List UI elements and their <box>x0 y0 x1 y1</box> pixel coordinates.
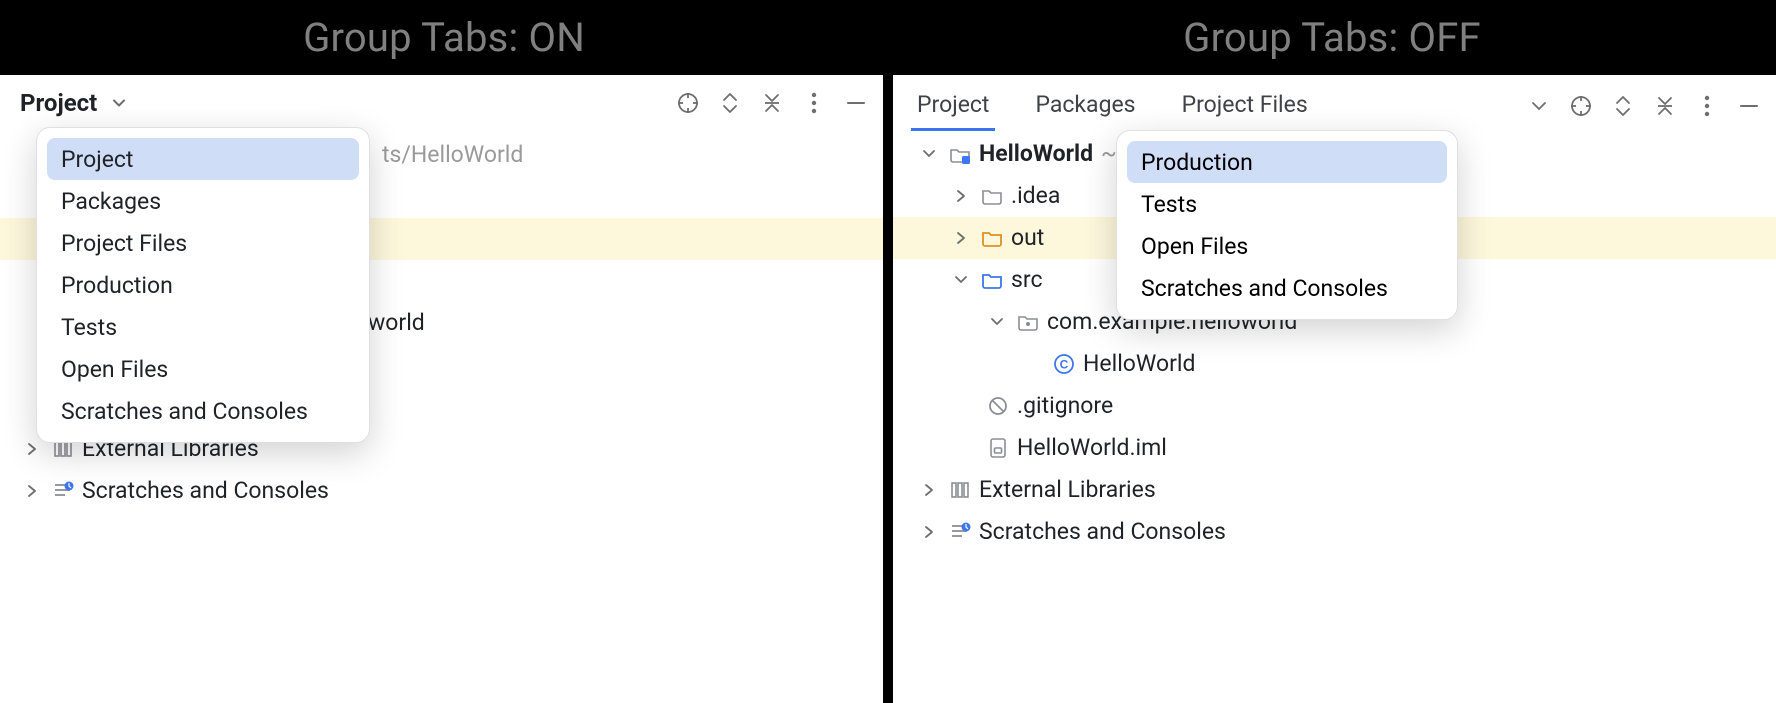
chevron-right-icon[interactable] <box>921 483 937 497</box>
more-options-button[interactable] <box>1690 89 1724 123</box>
popup-item-label: Open Files <box>61 356 168 383</box>
tree-label: Scratches and Consoles <box>979 519 1226 544</box>
popup-item-project[interactable]: Project <box>47 138 359 180</box>
chevron-right-icon[interactable] <box>953 189 969 203</box>
view-selector-button[interactable]: Project <box>20 89 127 117</box>
select-opened-file-button[interactable] <box>1564 89 1598 123</box>
popup-item-label: Packages <box>61 188 161 215</box>
root-path-fragment: ts/HelloWorld <box>382 142 523 167</box>
comparison-banner: Group Tabs: ON Group Tabs: OFF <box>0 0 1776 75</box>
popup-item-label: Scratches and Consoles <box>61 398 308 425</box>
tree-row-iml[interactable]: HelloWorld.iml <box>893 427 1776 469</box>
package-icon <box>1017 311 1039 333</box>
tree-label: out <box>1011 225 1044 250</box>
class-icon: C <box>1053 353 1075 375</box>
popup-item-packages[interactable]: Packages <box>47 180 359 222</box>
svg-text:C: C <box>1060 358 1069 372</box>
popup-item-label: Production <box>1141 149 1253 176</box>
library-icon <box>949 479 971 501</box>
popup-item-project-files[interactable]: Project Files <box>47 222 359 264</box>
popup-item-label: Scratches and Consoles <box>1141 275 1388 302</box>
view-selector-popup: Project Packages Project Files Productio… <box>36 127 370 443</box>
iml-file-icon <box>987 437 1009 459</box>
overflow-tabs-popup: Production Tests Open Files Scratches an… <box>1116 130 1458 320</box>
chevron-right-icon[interactable] <box>953 231 969 245</box>
folder-source-icon <box>981 269 1003 291</box>
collapse-all-button[interactable] <box>755 86 789 120</box>
popup-item-production[interactable]: Production <box>1127 141 1447 183</box>
tree-label: HelloWorld <box>1083 351 1195 376</box>
banner-on-label: Group Tabs: ON <box>303 14 585 61</box>
tab-packages[interactable]: Packages <box>1029 91 1141 131</box>
tab-project-files[interactable]: Project Files <box>1176 91 1314 131</box>
tree-label: .idea <box>1011 183 1060 208</box>
chevron-right-icon[interactable] <box>24 484 40 498</box>
chevron-right-icon[interactable] <box>921 525 937 539</box>
expand-all-button[interactable] <box>1606 89 1640 123</box>
banner-off-label: Group Tabs: OFF <box>1183 14 1481 61</box>
more-tabs-button[interactable] <box>1522 89 1556 123</box>
tree-label: Scratches and Consoles <box>82 478 329 503</box>
popup-item-label: Tests <box>1141 191 1197 218</box>
tree-row-gitignore[interactable]: .gitignore <box>893 385 1776 427</box>
popup-item-label: Production <box>61 272 173 299</box>
tree-root-name: HelloWorld <box>979 141 1093 166</box>
folder-excluded-icon <box>981 227 1003 249</box>
pane-group-tabs-on: Project <box>0 75 883 703</box>
project-tabbar: Project Packages Project Files <box>893 75 1776 131</box>
tree-label: src <box>1011 267 1043 292</box>
folder-icon <box>981 185 1003 207</box>
tree-row-scratches[interactable]: Scratches and Consoles <box>0 470 883 512</box>
tree-label: External Libraries <box>979 477 1156 502</box>
popup-item-open-files[interactable]: Open Files <box>1127 225 1447 267</box>
scratches-icon <box>949 521 971 543</box>
select-opened-file-button[interactable] <box>671 86 705 120</box>
chevron-down-icon[interactable] <box>989 315 1005 329</box>
tab-label: Packages <box>1035 91 1135 118</box>
chevron-right-icon[interactable] <box>24 442 40 456</box>
popup-item-tests[interactable]: Tests <box>1127 183 1447 225</box>
tree-row-libs[interactable]: External Libraries <box>893 469 1776 511</box>
project-toolbar <box>1522 89 1766 131</box>
tab-label: Project Files <box>1182 91 1308 118</box>
tree-label: HelloWorld.iml <box>1017 435 1167 460</box>
chevron-down-icon <box>111 95 127 111</box>
ignore-file-icon <box>987 395 1009 417</box>
popup-item-scratches[interactable]: Scratches and Consoles <box>47 390 359 432</box>
tree-label: .gitignore <box>1017 393 1113 418</box>
tab-label: Project <box>917 91 989 118</box>
popup-item-open-files[interactable]: Open Files <box>47 348 359 390</box>
project-view-header: Project <box>0 75 883 132</box>
popup-item-tests[interactable]: Tests <box>47 306 359 348</box>
popup-item-production[interactable]: Production <box>47 264 359 306</box>
chevron-down-icon[interactable] <box>953 273 969 287</box>
popup-item-label: Tests <box>61 314 117 341</box>
expand-all-button[interactable] <box>713 86 747 120</box>
popup-item-label: Project <box>61 146 133 173</box>
module-icon <box>949 143 971 165</box>
hide-tool-window-button[interactable] <box>1732 89 1766 123</box>
more-options-button[interactable] <box>797 86 831 120</box>
tree-row-scratches[interactable]: Scratches and Consoles <box>893 511 1776 553</box>
popup-item-scratches[interactable]: Scratches and Consoles <box>1127 267 1447 309</box>
collapse-all-button[interactable] <box>1648 89 1682 123</box>
chevron-down-icon[interactable] <box>921 147 937 161</box>
tree-row-class[interactable]: C HelloWorld <box>893 343 1776 385</box>
popup-item-label: Open Files <box>1141 233 1248 260</box>
view-selector-label: Project <box>20 89 97 117</box>
tab-project[interactable]: Project <box>911 91 995 131</box>
scratches-icon <box>52 480 74 502</box>
tree-label-fragment: world <box>368 310 425 335</box>
project-toolbar <box>671 86 873 120</box>
hide-tool-window-button[interactable] <box>839 86 873 120</box>
popup-item-label: Project Files <box>61 230 187 257</box>
